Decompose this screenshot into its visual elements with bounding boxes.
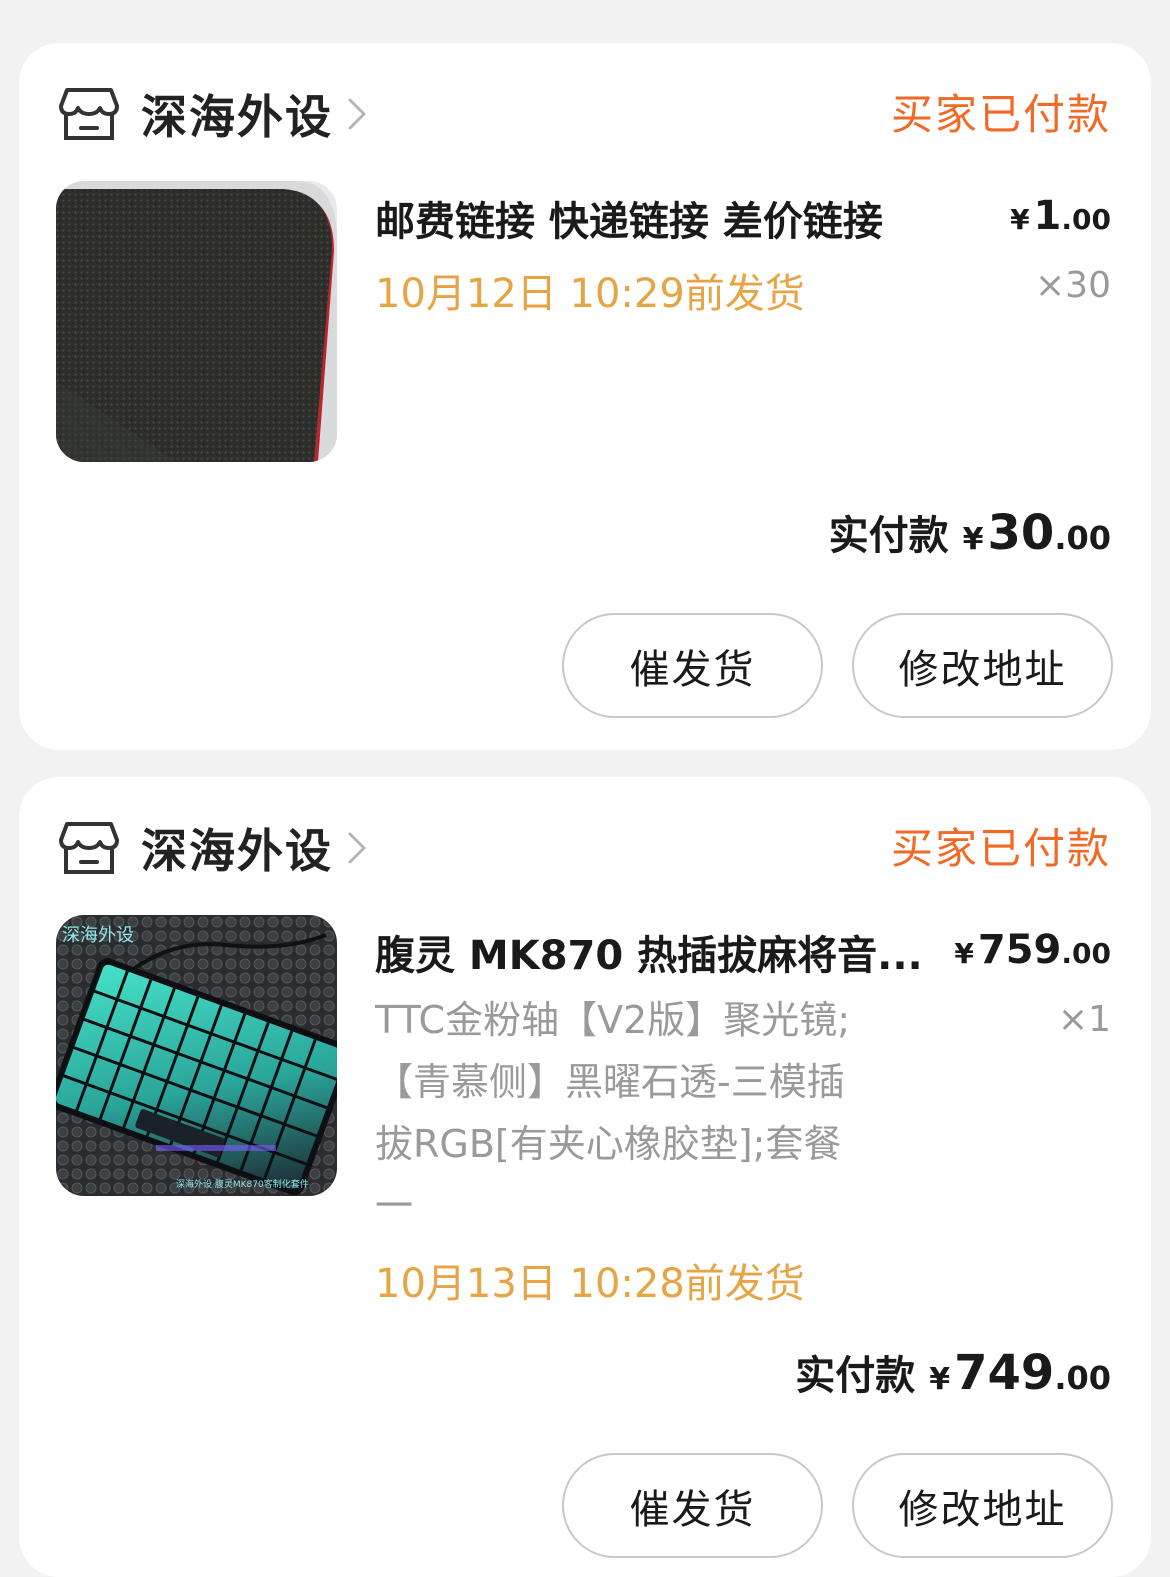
chevron-right-icon: [348, 98, 366, 130]
paid-integer: 30: [987, 505, 1055, 561]
image-watermark-bottom: 深海外设 腹灵MK870客制化套件: [176, 1178, 309, 1190]
price-decimal: .00: [1061, 937, 1111, 970]
paid-decimal: .00: [1054, 1359, 1111, 1397]
product-price: ¥759.00: [954, 927, 1111, 973]
product-price: ¥1.00: [1010, 193, 1111, 239]
spec-line: 一: [375, 1184, 414, 1228]
shop-name: 深海外设: [141, 824, 333, 878]
paid-integer: 749: [954, 1345, 1055, 1401]
price-currency: ¥: [954, 937, 974, 970]
paid-currency: ¥: [962, 522, 984, 557]
price-integer: 1: [1033, 193, 1062, 239]
spec-line: 【青慕侧】黑曜石透-三模插: [375, 1060, 845, 1104]
order-card: 深海外设 买家已付款 邮费链接 快递链接 差价链接 ¥1.00 ×30 10月1…: [19, 43, 1151, 750]
product-image[interactable]: [56, 181, 337, 462]
order-card: 深海外设 买家已付款 深海外设 深海外设 腹灵MK870客制化套件 腹灵 MK8…: [19, 777, 1151, 1577]
paid-decimal: .00: [1054, 519, 1111, 557]
image-watermark-top: 深海外设: [62, 925, 134, 946]
product-quantity: ×30: [1035, 265, 1111, 306]
ship-deadline: 10月12日 10:29前发货: [375, 271, 805, 317]
spec-line: TTC金粉轴【V2版】聚光镜;: [375, 998, 851, 1042]
modify-address-button[interactable]: 修改地址: [852, 613, 1113, 718]
paid-amount: 实付款 ¥ 749 .00: [795, 1343, 1111, 1401]
ship-deadline: 10月13日 10:28前发货: [375, 1261, 805, 1307]
price-currency: ¥: [1010, 203, 1030, 236]
shop-header[interactable]: 深海外设: [59, 813, 367, 883]
paid-amount: 实付款 ¥ 30 .00: [829, 503, 1111, 561]
product-spec: TTC金粉轴【V2版】聚光镜; 【青慕侧】黑曜石透-三模插 拔RGB[有夹心橡胶…: [375, 989, 945, 1237]
store-icon: [59, 822, 119, 874]
store-icon: [59, 88, 119, 140]
paid-label: 实付款: [795, 1353, 916, 1399]
order-status: 买家已付款: [890, 824, 1111, 873]
price-decimal: .00: [1061, 203, 1111, 236]
shop-name: 深海外设: [141, 90, 333, 144]
paid-currency: ¥: [929, 1362, 951, 1397]
chevron-right-icon: [348, 832, 366, 864]
product-title[interactable]: 邮费链接 快递链接 差价链接: [375, 189, 945, 247]
shop-header[interactable]: 深海外设: [59, 79, 367, 149]
urge-shipment-button[interactable]: 催发货: [562, 1453, 823, 1558]
urge-shipment-button[interactable]: 催发货: [562, 613, 823, 718]
product-quantity: ×1: [1057, 999, 1111, 1040]
modify-address-button[interactable]: 修改地址: [852, 1453, 1113, 1558]
product-title[interactable]: 腹灵 MK870 热插拔麻将音...: [375, 923, 945, 981]
product-image[interactable]: 深海外设 深海外设 腹灵MK870客制化套件: [56, 915, 337, 1196]
spec-line: 拔RGB[有夹心橡胶垫];套餐: [375, 1122, 842, 1166]
mousepad-photo: [56, 181, 337, 462]
paid-label: 实付款: [828, 513, 949, 559]
price-integer: 759: [977, 927, 1062, 973]
order-status: 买家已付款: [890, 90, 1111, 139]
keyboard-photo: 深海外设 深海外设 腹灵MK870客制化套件: [56, 915, 337, 1196]
